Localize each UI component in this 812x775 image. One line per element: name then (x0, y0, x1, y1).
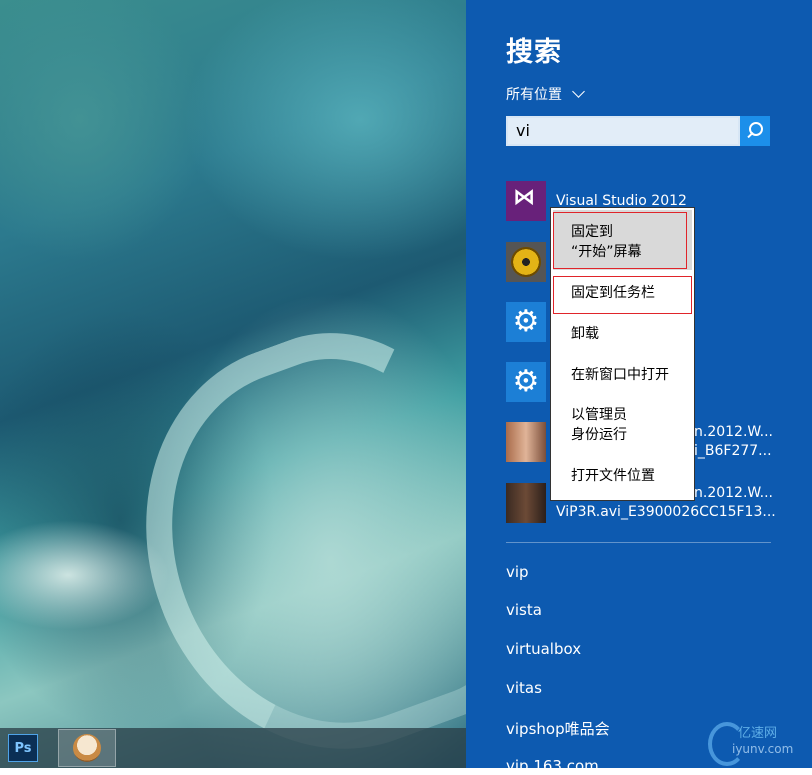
result-item[interactable] (506, 241, 546, 283)
watermark: 亿速网 iyunv.com (708, 718, 808, 766)
search-button[interactable] (740, 116, 770, 146)
suggestion-item[interactable]: vitas (506, 679, 542, 697)
divider (506, 542, 771, 543)
search-input[interactable]: vi (506, 116, 740, 146)
menu-item-run-as-admin[interactable]: 以管理员 身份运行 (571, 405, 627, 445)
suggestion-item[interactable]: vista (506, 601, 542, 619)
search-box: vi (506, 116, 770, 146)
gear-icon: ⚙ (506, 362, 546, 402)
menu-item-open-new-window[interactable]: 在新窗口中打开 (571, 365, 669, 385)
scope-dropdown[interactable]: 所有位置 (506, 84, 585, 104)
result-line1: n.2012.W... (694, 485, 773, 501)
video-thumbnail-icon (506, 422, 546, 462)
suggestion-item[interactable]: vip.163.com (506, 757, 599, 775)
suggestion-item[interactable]: vip (506, 563, 529, 581)
video-thumbnail-icon (506, 483, 546, 523)
result-line2: ViP3R.avi_E3900026CC15F13... (556, 504, 776, 520)
menu-item-uninstall[interactable]: 卸载 (571, 324, 599, 344)
suggestion-item[interactable]: vipshop唯品会 (506, 718, 610, 739)
visual-studio-icon: ⋈ (506, 181, 546, 221)
gear-icon: ⚙ (506, 302, 546, 342)
annotation-box (553, 212, 687, 269)
menu-item-open-file-location[interactable]: 打开文件位置 (571, 466, 655, 486)
taskbar: Ps (0, 728, 466, 768)
dog-icon (73, 734, 101, 762)
result-item[interactable]: ⚙ (506, 301, 546, 343)
desktop-wallpaper (0, 0, 466, 768)
result-line1: n.2012.W... (694, 424, 773, 440)
media-player-icon (506, 242, 546, 282)
scope-label: 所有位置 (506, 87, 562, 103)
wave-foam (0, 520, 170, 630)
photoshop-taskbar-button[interactable]: Ps (8, 734, 38, 762)
suggestion-item[interactable]: virtualbox (506, 640, 581, 658)
photo-taskbar-button[interactable] (58, 729, 116, 767)
chevron-down-icon (572, 85, 585, 98)
result-item[interactable]: ⚙ (506, 361, 546, 403)
result-line2: i_B6F277... (694, 443, 772, 459)
annotation-box (553, 276, 692, 314)
panel-title: 搜索 (506, 37, 562, 68)
